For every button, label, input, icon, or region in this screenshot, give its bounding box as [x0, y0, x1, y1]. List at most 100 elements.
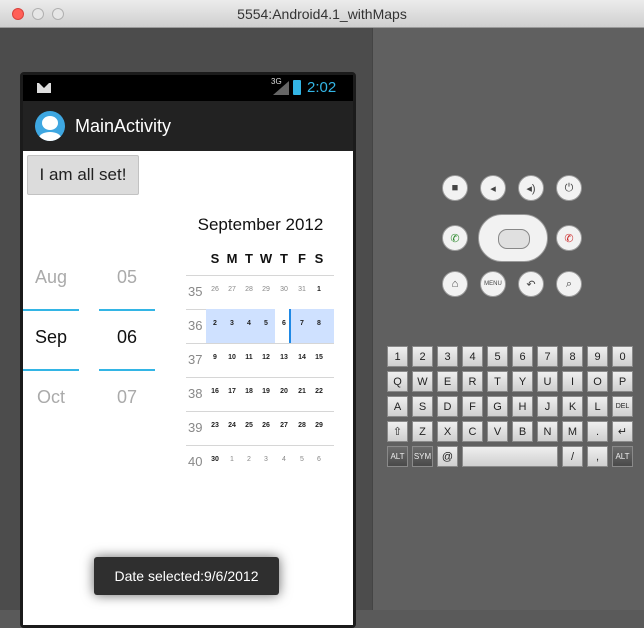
key[interactable]: C: [462, 421, 483, 442]
calendar-day[interactable]: 18: [242, 388, 256, 395]
calendar-day[interactable]: 27: [277, 422, 291, 429]
calendar-day[interactable]: 12: [259, 354, 273, 361]
calendar-day[interactable]: 2: [242, 456, 256, 463]
dpad[interactable]: [478, 214, 548, 262]
calendar-day[interactable]: 7: [295, 320, 309, 327]
sym-key[interactable]: SYM: [412, 446, 433, 467]
key[interactable]: 1: [387, 346, 408, 367]
key[interactable]: U: [537, 371, 558, 392]
key[interactable]: N: [537, 421, 558, 442]
key[interactable]: W: [412, 371, 433, 392]
calendar-day[interactable]: 31: [295, 286, 309, 293]
key[interactable]: O: [587, 371, 608, 392]
key[interactable]: 6: [512, 346, 533, 367]
calendar-day[interactable]: 1: [225, 456, 239, 463]
calendar-day[interactable]: 2: [208, 320, 222, 327]
key[interactable]: ,: [587, 446, 608, 467]
calendar-day[interactable]: 6: [312, 456, 326, 463]
key[interactable]: L: [587, 396, 608, 417]
back-icon[interactable]: ↶: [518, 271, 544, 297]
calendar-day[interactable]: 26: [208, 286, 222, 293]
search-icon[interactable]: ⌕: [556, 271, 582, 297]
key[interactable]: E: [437, 371, 458, 392]
calendar-day[interactable]: 30: [277, 286, 291, 293]
volume-down-icon[interactable]: ◂: [480, 175, 506, 201]
key[interactable]: M: [562, 421, 583, 442]
key[interactable]: J: [537, 396, 558, 417]
month-next[interactable]: Oct: [23, 387, 79, 408]
key[interactable]: 8: [562, 346, 583, 367]
calendar-day[interactable]: 1: [312, 286, 326, 293]
power-icon[interactable]: ⏻: [556, 175, 582, 201]
call-icon[interactable]: ✆: [442, 225, 468, 251]
all-set-button[interactable]: I am all set!: [27, 155, 139, 195]
key[interactable]: 0: [612, 346, 633, 367]
calendar-day[interactable]: 10: [225, 354, 239, 361]
key[interactable]: S: [412, 396, 433, 417]
calendar-day[interactable]: 25: [242, 422, 256, 429]
space-key[interactable]: [462, 446, 558, 467]
calendar-day[interactable]: 28: [295, 422, 309, 429]
key[interactable]: T: [487, 371, 508, 392]
calendar-day[interactable]: 29: [259, 286, 273, 293]
calendar-day[interactable]: 19: [259, 388, 273, 395]
key[interactable]: G: [487, 396, 508, 417]
key[interactable]: 9: [587, 346, 608, 367]
delete-key[interactable]: DEL: [612, 396, 633, 417]
camera-icon[interactable]: ■: [442, 175, 468, 201]
calendar-day[interactable]: 24: [225, 422, 239, 429]
key[interactable]: B: [512, 421, 533, 442]
key[interactable]: P: [612, 371, 633, 392]
calendar-day-selected[interactable]: 6: [277, 320, 291, 327]
key[interactable]: F: [462, 396, 483, 417]
calendar-day[interactable]: 17: [225, 388, 239, 395]
calendar-day[interactable]: 30: [208, 456, 222, 463]
menu-button[interactable]: MENU: [480, 271, 506, 297]
day-next[interactable]: 07: [99, 387, 155, 408]
key[interactable]: 4: [462, 346, 483, 367]
key[interactable]: 2: [412, 346, 433, 367]
calendar-day[interactable]: 11: [242, 354, 256, 361]
calendar-day[interactable]: 15: [312, 354, 326, 361]
key[interactable]: I: [562, 371, 583, 392]
key[interactable]: R: [462, 371, 483, 392]
month-picker[interactable]: Aug Sep Oct: [23, 259, 79, 421]
calendar-day[interactable]: 4: [277, 456, 291, 463]
calendar-day[interactable]: 27: [225, 286, 239, 293]
calendar-day[interactable]: 9: [208, 354, 222, 361]
calendar-day[interactable]: 16: [208, 388, 222, 395]
volume-up-icon[interactable]: ◂): [518, 175, 544, 201]
calendar-day[interactable]: 3: [259, 456, 273, 463]
day-selected[interactable]: 06: [99, 327, 155, 348]
key[interactable]: 7: [537, 346, 558, 367]
key[interactable]: X: [437, 421, 458, 442]
alt-key[interactable]: ALT: [387, 446, 408, 467]
alt-key[interactable]: ALT: [612, 446, 633, 467]
home-icon[interactable]: ⌂: [442, 271, 468, 297]
dpad-center-button[interactable]: [498, 229, 530, 249]
calendar-day[interactable]: 26: [259, 422, 273, 429]
key[interactable]: K: [562, 396, 583, 417]
day-picker[interactable]: 05 06 07: [99, 259, 155, 421]
key[interactable]: 3: [437, 346, 458, 367]
key[interactable]: @: [437, 446, 458, 467]
key[interactable]: D: [437, 396, 458, 417]
shift-key[interactable]: ⇧: [387, 421, 408, 442]
calendar-day[interactable]: 5: [295, 456, 309, 463]
month-selected[interactable]: Sep: [23, 327, 79, 348]
end-call-icon[interactable]: ✆: [556, 225, 582, 251]
calendar-day[interactable]: 13: [277, 354, 291, 361]
key[interactable]: Q: [387, 371, 408, 392]
key[interactable]: /: [562, 446, 583, 467]
day-prev[interactable]: 05: [99, 267, 155, 288]
key[interactable]: V: [487, 421, 508, 442]
key[interactable]: H: [512, 396, 533, 417]
key[interactable]: .: [587, 421, 608, 442]
key[interactable]: A: [387, 396, 408, 417]
calendar-day[interactable]: 4: [242, 320, 256, 327]
key[interactable]: 5: [487, 346, 508, 367]
calendar-day[interactable]: 22: [312, 388, 326, 395]
key[interactable]: Z: [412, 421, 433, 442]
calendar-day[interactable]: 29: [312, 422, 326, 429]
calendar-day[interactable]: 3: [225, 320, 239, 327]
